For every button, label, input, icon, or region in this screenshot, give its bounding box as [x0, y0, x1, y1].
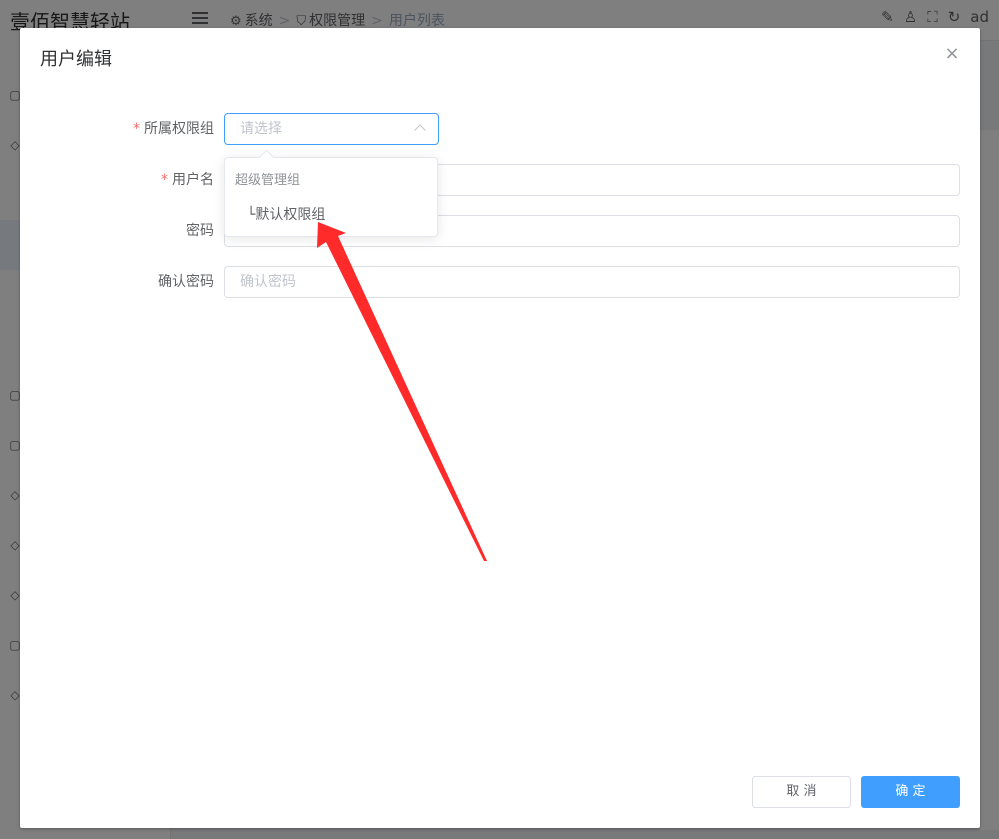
password-label: 密码	[186, 223, 214, 239]
user-edit-dialog: 用户编辑 × * 所属权限组 请选择 * 用户名 密码 确认密码 超级管理组 └默认…	[20, 28, 980, 828]
form-row-password: 密码	[20, 215, 980, 247]
group-dropdown: 超级管理组 └默认权限组	[224, 149, 438, 237]
form-row-username: * 用户名	[20, 164, 980, 196]
group-select[interactable]: 请选择	[224, 113, 439, 145]
group-select-placeholder: 请选择	[240, 121, 282, 137]
form-row-confirm: 确认密码	[20, 266, 980, 298]
cancel-button[interactable]: 取 消	[752, 776, 851, 808]
confirm-password-label: 确认密码	[158, 274, 214, 290]
confirm-button[interactable]: 确 定	[861, 776, 960, 808]
dropdown-option-default-group[interactable]: └默认权限组	[225, 202, 437, 228]
dropdown-group-label: 超级管理组	[235, 173, 301, 188]
group-label: * 所属权限组	[133, 121, 214, 137]
dialog-title: 用户编辑	[40, 49, 112, 70]
chevron-up-icon	[414, 124, 426, 136]
confirm-password-input[interactable]	[224, 266, 960, 298]
username-label: * 用户名	[161, 172, 214, 188]
form-row-group: * 所属权限组 请选择	[20, 113, 980, 145]
close-icon[interactable]: ×	[944, 45, 960, 63]
dropdown-arrow	[258, 149, 275, 166]
